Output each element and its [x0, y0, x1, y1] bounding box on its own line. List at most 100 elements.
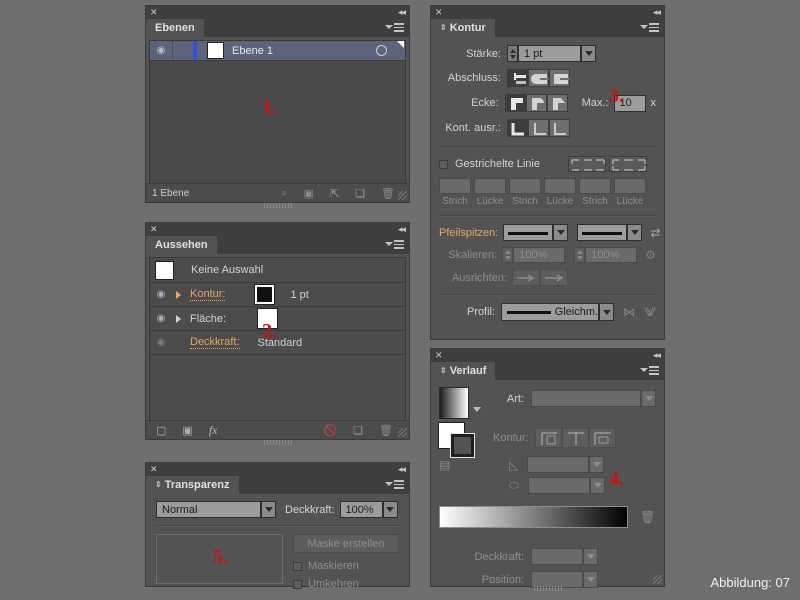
panel-menu-icon[interactable] — [640, 366, 659, 375]
profile-select[interactable]: Gleichm. — [501, 303, 615, 321]
blend-mode-value[interactable]: Normal — [156, 501, 261, 518]
new-layer-icon[interactable]: ❏ — [355, 187, 365, 200]
appearance-row-value[interactable]: 1 pt — [290, 289, 308, 301]
blend-mode-select[interactable]: Normal — [156, 501, 276, 518]
type-value[interactable] — [531, 390, 641, 407]
invert-checkbox-row[interactable]: Umkehren — [293, 578, 399, 590]
clip-checkbox[interactable] — [293, 561, 302, 571]
panel-transparency[interactable]: ✕ ◂◂ ⇕ Transparenz Normal Deckkraft: 100… — [145, 462, 410, 590]
dash-field[interactable] — [544, 178, 576, 194]
collapse-icon[interactable]: ◂◂ — [398, 7, 406, 18]
miter-join-button[interactable] — [504, 94, 526, 112]
resize-grip[interactable] — [398, 191, 407, 200]
stroke-swatch[interactable] — [451, 434, 474, 457]
gradient-tab-strip[interactable]: ⇕ Verlauf — [431, 362, 664, 380]
eye-icon[interactable]: ◉ — [150, 289, 172, 300]
dashed-line-checkbox[interactable] — [439, 159, 448, 169]
panel-menu-icon[interactable] — [385, 480, 404, 489]
resize-grip[interactable] — [398, 428, 407, 437]
locate-object-icon[interactable]: ⌕ — [281, 187, 287, 200]
make-mask-button[interactable]: Maske erstellen — [293, 534, 399, 553]
list-item[interactable]: ◉ Deckkraft: Standard — [150, 331, 405, 355]
eye-icon[interactable]: ◉ — [150, 313, 172, 324]
collapse-icon[interactable]: ◂◂ — [653, 7, 661, 18]
collapse-icon[interactable]: ◂◂ — [398, 224, 406, 235]
layers-title-bar[interactable]: ✕ ◂◂ — [146, 6, 409, 19]
arrowhead-start-preview[interactable] — [503, 224, 554, 241]
panel-drag-grip[interactable] — [533, 586, 562, 591]
dash-preserve-button[interactable] — [568, 156, 606, 172]
add-stroke-icon[interactable]: ▢ — [156, 424, 166, 437]
flip-vertical-icon[interactable]: ⨈ — [644, 305, 656, 320]
blend-mode-caret[interactable] — [261, 501, 276, 518]
stroke-color-swatch[interactable] — [254, 284, 276, 305]
dash-field[interactable] — [509, 178, 541, 194]
close-icon[interactable]: ✕ — [150, 225, 158, 234]
resize-grip[interactable] — [653, 575, 662, 584]
arrowhead-end-preview[interactable] — [577, 224, 628, 241]
panel-drag-grip[interactable] — [263, 203, 292, 208]
butt-cap-button[interactable] — [507, 69, 528, 87]
type-select[interactable] — [531, 390, 656, 407]
tab-kontur[interactable]: ⇕ Kontur — [431, 19, 495, 37]
gradient-ramp[interactable] — [439, 506, 628, 528]
arrowhead-start-select[interactable] — [503, 224, 569, 241]
close-icon[interactable]: ✕ — [435, 8, 443, 17]
expand-triangle-icon[interactable] — [176, 314, 181, 323]
gradient-title-bar[interactable]: ✕ ◂◂ — [431, 349, 664, 362]
stroke-tab-strip[interactable]: ⇕ Kontur — [431, 19, 664, 37]
dash-field[interactable] — [614, 178, 646, 194]
panel-menu-icon[interactable] — [640, 23, 659, 32]
align-center-button[interactable] — [507, 119, 528, 137]
type-caret[interactable] — [641, 390, 656, 407]
panel-gradient[interactable]: ✕ ◂◂ ⇕ Verlauf 4. Art: Kontur: ▤ ◺ ⬭ 🗑 D… — [430, 348, 665, 591]
clip-checkbox-row[interactable]: Maskieren — [293, 560, 399, 572]
collapse-icon[interactable]: ◂◂ — [653, 350, 661, 361]
duplicate-item-icon[interactable]: ❏ — [353, 424, 363, 437]
weight-stepper[interactable] — [507, 45, 518, 62]
profile-caret[interactable] — [599, 303, 615, 321]
eye-icon[interactable]: ◉ — [150, 45, 172, 56]
arrowhead-start-caret[interactable] — [553, 224, 569, 241]
lock-column[interactable] — [172, 41, 193, 60]
dash-field[interactable] — [474, 178, 506, 194]
layer-name[interactable]: Ebene 1 — [232, 45, 273, 57]
appearance-row-label[interactable]: Kontur: — [190, 288, 226, 301]
target-circle-icon[interactable] — [376, 45, 387, 56]
appearance-row-label[interactable]: Fläche: — [190, 313, 226, 325]
round-cap-button[interactable] — [528, 69, 549, 87]
invert-checkbox[interactable] — [293, 579, 302, 589]
align-inside-button[interactable] — [528, 119, 549, 137]
opacity-select[interactable]: 100% — [339, 501, 398, 518]
tab-aussehen[interactable]: Aussehen — [146, 236, 217, 254]
dash-exact-button[interactable] — [609, 156, 647, 172]
list-item[interactable]: ◉ Fläche: — [150, 307, 405, 331]
close-icon[interactable]: ✕ — [435, 351, 443, 360]
panel-drag-grip[interactable] — [263, 440, 292, 445]
panel-menu-icon[interactable] — [385, 23, 404, 32]
round-join-button[interactable] — [525, 94, 547, 112]
align-outside-button[interactable] — [549, 119, 570, 137]
appearance-tab-strip[interactable]: Aussehen — [146, 236, 409, 254]
flip-horizontal-icon[interactable]: ⋈ — [623, 305, 635, 319]
weight-caret[interactable] — [581, 45, 596, 62]
list-item[interactable]: Keine Auswahl — [150, 258, 405, 283]
delete-layer-icon[interactable]: 🗑 — [381, 187, 395, 200]
layer-thumbnail[interactable] — [207, 42, 224, 59]
profile-preview[interactable]: Gleichm. — [501, 303, 600, 321]
stroke-title-bar[interactable]: ✕ ◂◂ — [431, 6, 664, 19]
expand-triangle-icon[interactable] — [176, 290, 181, 299]
transparency-tab-strip[interactable]: ⇕ Transparenz — [146, 476, 409, 494]
clear-appearance-icon[interactable]: 🚫 — [323, 424, 337, 437]
create-sublayer-icon[interactable]: ⇱ — [330, 187, 339, 200]
collapse-icon[interactable]: ◂◂ — [398, 464, 406, 475]
arrowhead-end-select[interactable] — [577, 224, 643, 241]
gradient-swatch-caret[interactable] — [472, 407, 481, 412]
layers-tab-strip[interactable]: Ebenen — [146, 19, 409, 37]
projecting-cap-button[interactable] — [549, 69, 570, 87]
panel-appearance[interactable]: ✕ ◂◂ Aussehen Keine Auswahl ◉ Kontur: 1 … — [145, 222, 410, 445]
opacity-caret[interactable] — [382, 501, 398, 518]
tab-verlauf[interactable]: ⇕ Verlauf — [431, 362, 496, 380]
gradient-swatch[interactable] — [439, 387, 469, 419]
fx-icon[interactable]: fx — [209, 423, 218, 438]
